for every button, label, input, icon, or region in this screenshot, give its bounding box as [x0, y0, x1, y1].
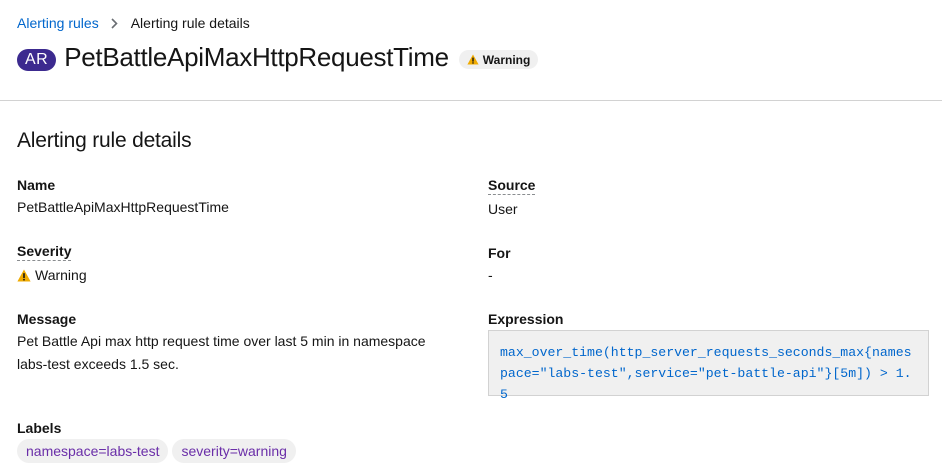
chevron-right-icon	[111, 17, 118, 29]
severity-value-text: Warning	[35, 267, 87, 283]
labels-group: namespace=labs-test severity=warning	[17, 439, 296, 463]
message-label: Message	[17, 311, 77, 327]
expression-code-block[interactable]: max_over_time(http_server_requests_secon…	[488, 330, 929, 402]
breadcrumb-current: Alerting rule details	[130, 15, 250, 31]
page-header: AR PetBattleApiMaxHttpRequestTime Warnin…	[17, 42, 539, 73]
breadcrumb: Alerting rules Alerting rule details	[17, 15, 250, 31]
resource-badge: AR	[17, 48, 57, 71]
name-value: PetBattleApiMaxHttpRequestTime	[17, 199, 229, 215]
page-title: PetBattleApiMaxHttpRequestTime	[64, 42, 449, 72]
expression-label: Expression	[488, 311, 564, 327]
source-value: User	[488, 201, 518, 217]
warning-triangle-icon	[467, 54, 479, 65]
warning-triangle-icon	[17, 269, 31, 282]
for-label: For	[488, 245, 511, 261]
status-badge-label: Warning	[482, 52, 531, 67]
header-divider	[0, 100, 942, 101]
severity-label[interactable]: Severity	[17, 243, 72, 261]
message-value: Pet Battle Api max http request time ove…	[17, 333, 426, 372]
status-badge: Warning	[458, 50, 539, 69]
label-chip-namespace[interactable]: namespace=labs-test	[17, 439, 169, 463]
label-chip-severity[interactable]: severity=warning	[172, 439, 296, 463]
section-title: Alerting rule details	[17, 129, 192, 152]
severity-value: Warning	[17, 264, 87, 287]
for-value: -	[488, 267, 493, 283]
labels-label: Labels	[17, 420, 62, 436]
name-label: Name	[17, 177, 56, 193]
breadcrumb-alerting-rules-link[interactable]: Alerting rules	[17, 15, 99, 31]
source-label[interactable]: Source	[488, 177, 536, 195]
